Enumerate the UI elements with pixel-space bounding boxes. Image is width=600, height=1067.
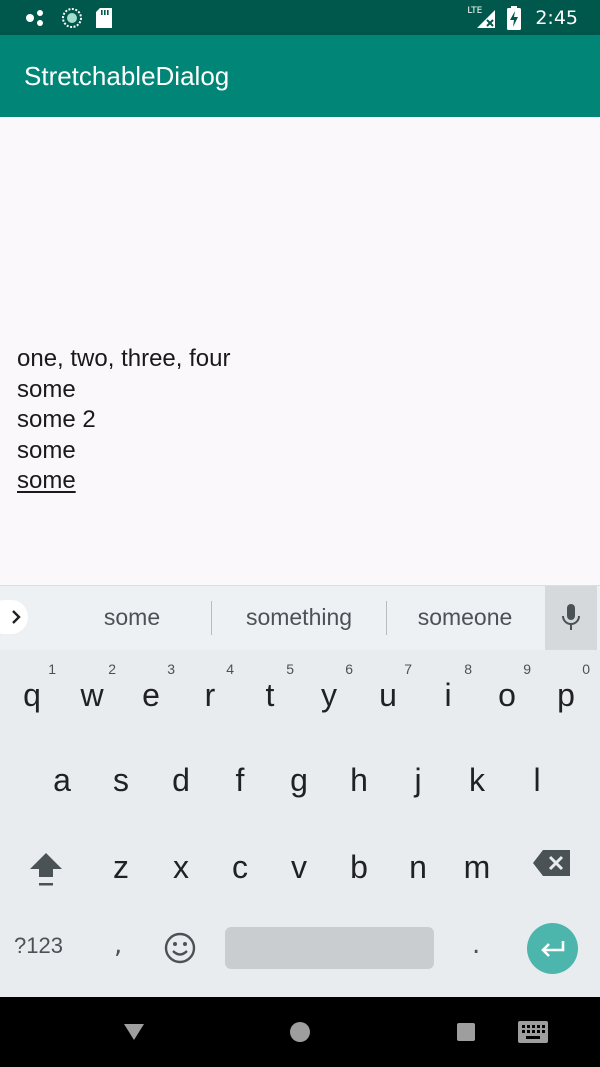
- shift-key[interactable]: [18, 835, 74, 905]
- comma-key[interactable]: ,: [114, 930, 122, 960]
- key-m[interactable]: m: [449, 835, 505, 905]
- key-w[interactable]: 2w: [64, 661, 120, 733]
- expand-suggestions-button[interactable]: [0, 600, 28, 634]
- recents-icon[interactable]: [457, 1023, 475, 1041]
- key-p[interactable]: 0p: [538, 661, 594, 733]
- suggestion-strip: some something someone: [0, 585, 600, 650]
- key-r[interactable]: 4r: [182, 661, 238, 733]
- composing-word: some: [17, 467, 76, 494]
- key-y[interactable]: 6y: [301, 661, 357, 733]
- editable-text[interactable]: one, two, three, four some some 2 some s…: [17, 344, 230, 497]
- key-f[interactable]: f: [212, 748, 268, 818]
- symbols-key[interactable]: ?123: [14, 933, 63, 959]
- soft-keyboard: some something someone 1q 2w 3e 4r 5t 6y…: [0, 585, 600, 997]
- key-o[interactable]: 9o: [479, 661, 535, 733]
- shift-icon: [30, 853, 62, 886]
- notification-dots-icon: [26, 10, 43, 26]
- key-i[interactable]: 8i: [420, 661, 476, 733]
- voice-input-button[interactable]: [545, 586, 597, 650]
- period-key[interactable]: .: [472, 930, 480, 960]
- key-d[interactable]: d: [153, 748, 209, 818]
- key-z[interactable]: z: [93, 835, 149, 905]
- backspace-icon: [533, 850, 570, 876]
- suggestion-divider: [386, 601, 387, 635]
- sync-icon: [62, 8, 82, 28]
- key-c[interactable]: c: [212, 835, 268, 905]
- key-b[interactable]: b: [331, 835, 387, 905]
- key-u[interactable]: 7u: [360, 661, 416, 733]
- key-s[interactable]: s: [93, 748, 149, 818]
- app-title: StretchableDialog: [24, 61, 230, 91]
- keyboard-switch-icon[interactable]: [518, 1021, 548, 1043]
- backspace-key[interactable]: [522, 835, 578, 905]
- status-bar: LTE 2:45: [0, 0, 600, 35]
- space-bar[interactable]: [225, 927, 434, 969]
- lte-signal-icon: LTE: [467, 6, 497, 30]
- chevron-right-icon: [12, 610, 21, 624]
- key-l[interactable]: l: [509, 748, 565, 818]
- suggestion-1[interactable]: some: [82, 604, 182, 631]
- app-bar: StretchableDialog: [0, 35, 600, 117]
- key-h[interactable]: h: [331, 748, 387, 818]
- key-t[interactable]: 5t: [242, 661, 298, 733]
- suggestion-divider: [211, 601, 212, 635]
- key-x[interactable]: x: [153, 835, 209, 905]
- enter-key[interactable]: [527, 923, 578, 974]
- microphone-icon: [562, 604, 580, 630]
- enter-icon: [540, 940, 564, 957]
- key-q[interactable]: 1q: [4, 661, 60, 733]
- content-area: one, two, three, four some some 2 some s…: [0, 117, 600, 585]
- navigation-bar: [0, 997, 600, 1067]
- home-icon[interactable]: [289, 1021, 311, 1043]
- battery-charging-icon: [507, 6, 522, 30]
- text-line: some: [17, 375, 76, 403]
- key-j[interactable]: j: [390, 748, 446, 818]
- text-line: some 2: [17, 406, 96, 433]
- key-a[interactable]: a: [34, 748, 90, 818]
- sd-card-icon: [96, 8, 112, 28]
- key-e[interactable]: 3e: [123, 661, 179, 733]
- key-n[interactable]: n: [390, 835, 446, 905]
- suggestion-2[interactable]: something: [223, 604, 375, 631]
- key-k[interactable]: k: [449, 748, 505, 818]
- suggestion-3[interactable]: someone: [398, 604, 532, 631]
- key-g[interactable]: g: [271, 748, 327, 818]
- text-line: some: [17, 436, 76, 464]
- text-line: one, two, three, four: [17, 345, 231, 372]
- key-v[interactable]: v: [271, 835, 327, 905]
- clock: 2:45: [535, 7, 578, 29]
- back-icon[interactable]: [122, 1022, 146, 1042]
- emoji-icon[interactable]: [164, 932, 196, 964]
